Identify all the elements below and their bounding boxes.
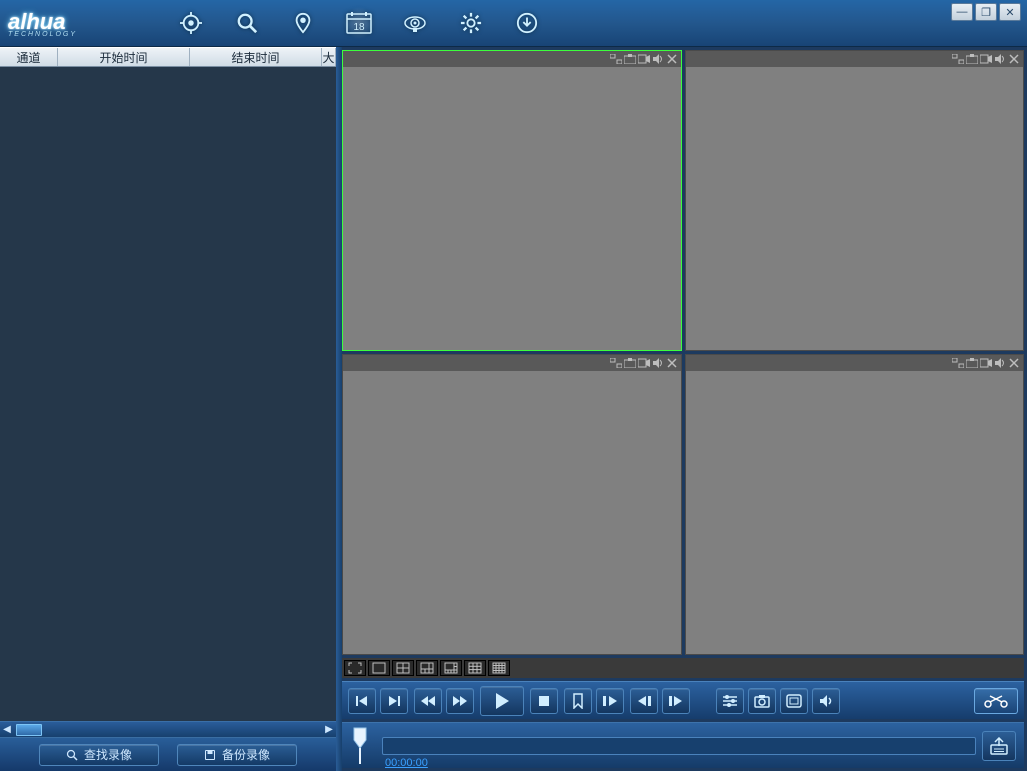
layout-6-button[interactable]: [416, 660, 438, 676]
pane-close-icon[interactable]: [1007, 357, 1021, 369]
brand-text: alhua: [8, 9, 65, 34]
svg-text:18: 18: [353, 22, 365, 33]
left-h-scrollbar[interactable]: ◀ ▶: [0, 721, 336, 737]
search-record-label: 查找录像: [84, 746, 132, 763]
layout-9-button[interactable]: [464, 660, 486, 676]
close-button[interactable]: ✕: [999, 3, 1021, 21]
video-pane-1[interactable]: [342, 50, 682, 351]
video-pane-4[interactable]: [685, 354, 1025, 655]
nav-calendar-icon[interactable]: 18: [343, 7, 375, 39]
nav-location-icon[interactable]: [287, 7, 319, 39]
pane-4-toolbar: [686, 355, 1024, 371]
timeline-playhead[interactable]: [344, 726, 376, 766]
frame-back-button[interactable]: [630, 688, 658, 714]
nav-download-icon[interactable]: [511, 7, 543, 39]
title-bar: alhua TECHNOLOGY 18 — ❐ ✕: [0, 0, 1027, 47]
frame-forward-button[interactable]: [662, 688, 690, 714]
play-button[interactable]: [480, 686, 524, 716]
window-controls: — ❐ ✕: [951, 3, 1021, 21]
first-button[interactable]: [348, 688, 376, 714]
pane-snapshot-icon[interactable]: [623, 53, 637, 65]
nav-target-icon[interactable]: [175, 7, 207, 39]
video-grid: [342, 50, 1024, 655]
nav-camera-icon[interactable]: [399, 7, 431, 39]
pane-snapshot-icon[interactable]: [965, 357, 979, 369]
timeline-time-label[interactable]: 00:00:00: [385, 757, 428, 769]
left-panel: 通道 开始时间 结束时间 大 ◀ ▶ 查找录像 备份录像: [0, 47, 336, 771]
pane-record-icon[interactable]: [637, 53, 651, 65]
pane-snapshot-icon[interactable]: [965, 53, 979, 65]
pane-expand-icon[interactable]: [951, 357, 965, 369]
col-end-time[interactable]: 结束时间: [190, 48, 322, 66]
pane-close-icon[interactable]: [665, 53, 679, 65]
backup-record-label: 备份录像: [222, 746, 270, 763]
search-record-button[interactable]: 查找录像: [39, 744, 159, 766]
layout-selector-row: [342, 658, 1024, 678]
main-nav: 18: [175, 7, 543, 39]
stop-button[interactable]: [530, 688, 558, 714]
col-start-time[interactable]: 开始时间: [58, 48, 190, 66]
pane-sound-icon[interactable]: [651, 357, 665, 369]
timeline-export-button[interactable]: [982, 731, 1016, 761]
volume-button[interactable]: [812, 688, 840, 714]
timeline-bar: 00:00:00: [342, 722, 1024, 768]
layout-8-button[interactable]: [440, 660, 462, 676]
snapshot-button[interactable]: [748, 688, 776, 714]
pane-2-toolbar: [686, 51, 1024, 67]
pane-sound-icon[interactable]: [993, 53, 1007, 65]
col-size[interactable]: 大: [322, 48, 336, 66]
scroll-right-icon[interactable]: ▶: [322, 724, 336, 735]
layout-fullscreen-button[interactable]: [344, 660, 366, 676]
nav-gear-icon[interactable]: [455, 7, 487, 39]
video-pane-2[interactable]: [685, 50, 1025, 351]
pane-close-icon[interactable]: [665, 357, 679, 369]
pane-expand-icon[interactable]: [951, 53, 965, 65]
pane-sound-icon[interactable]: [651, 53, 665, 65]
pane-expand-icon[interactable]: [609, 357, 623, 369]
pane-1-toolbar: [343, 51, 681, 67]
record-list[interactable]: [0, 67, 336, 721]
pane-close-icon[interactable]: [1007, 53, 1021, 65]
layout-1-button[interactable]: [368, 660, 390, 676]
pane-record-icon[interactable]: [979, 53, 993, 65]
right-panel: 00:00:00: [342, 47, 1027, 771]
main-area: 通道 开始时间 结束时间 大 ◀ ▶ 查找录像 备份录像: [0, 47, 1027, 771]
mark-button[interactable]: [564, 688, 592, 714]
pane-sound-icon[interactable]: [993, 357, 1007, 369]
rewind-button[interactable]: [414, 688, 442, 714]
playback-control-bar: [342, 681, 1024, 719]
adjust-button[interactable]: [716, 688, 744, 714]
pane-expand-icon[interactable]: [609, 53, 623, 65]
timeline-track[interactable]: [382, 737, 976, 755]
col-channel[interactable]: 通道: [0, 48, 58, 66]
search-icon: [66, 749, 78, 761]
brand-sub: TECHNOLOGY: [8, 31, 77, 38]
left-list-header: 通道 开始时间 结束时间 大: [0, 47, 336, 67]
backup-record-button[interactable]: 备份录像: [177, 744, 297, 766]
layout-4-button[interactable]: [392, 660, 414, 676]
fastforward-button[interactable]: [446, 688, 474, 714]
scroll-left-icon[interactable]: ◀: [0, 724, 14, 735]
scroll-thumb[interactable]: [16, 724, 42, 736]
layout-16-button[interactable]: [488, 660, 510, 676]
left-footer: 查找录像 备份录像: [0, 737, 336, 771]
clip-button[interactable]: [974, 688, 1018, 714]
pane-3-toolbar: [343, 355, 681, 371]
step-pause-button[interactable]: [596, 688, 624, 714]
next-file-button[interactable]: [380, 688, 408, 714]
pane-record-icon[interactable]: [637, 357, 651, 369]
pane-snapshot-icon[interactable]: [623, 357, 637, 369]
minimize-button[interactable]: —: [951, 3, 973, 21]
zoom-area-button[interactable]: [780, 688, 808, 714]
pane-record-icon[interactable]: [979, 357, 993, 369]
brand-logo: alhua TECHNOLOGY: [0, 0, 150, 47]
disk-icon: [204, 749, 216, 761]
maximize-button[interactable]: ❐: [975, 3, 997, 21]
nav-search-icon[interactable]: [231, 7, 263, 39]
video-pane-3[interactable]: [342, 354, 682, 655]
